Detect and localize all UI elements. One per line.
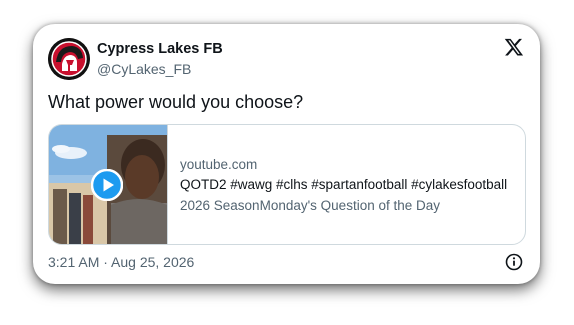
spartan-logo-icon — [48, 38, 90, 80]
link-title[interactable]: QOTD2 #wawg #clhs #spartanfootball #cyla… — [180, 177, 512, 192]
link-domain: youtube.com — [180, 157, 258, 172]
tweet-card[interactable]: Cypress Lakes FB @CyLakes_FB What power … — [33, 24, 540, 284]
avatar[interactable] — [48, 38, 90, 80]
info-icon[interactable] — [505, 253, 523, 271]
video-thumbnail[interactable] — [49, 125, 168, 244]
user-handle[interactable]: @CyLakes_FB — [97, 61, 191, 77]
display-name[interactable]: Cypress Lakes FB — [97, 41, 223, 57]
x-logo-icon[interactable] — [504, 37, 524, 57]
screenshot-stage: Cypress Lakes FB @CyLakes_FB What power … — [0, 0, 574, 325]
tweet-text: What power would you choose? — [48, 92, 304, 112]
link-description: 2026 SeasonMonday's Question of the Day — [180, 198, 440, 213]
timestamp[interactable]: 3:21 AM · Aug 25, 2026 — [48, 254, 194, 270]
link-preview-card[interactable]: youtube.com QOTD2 #wawg #clhs #spartanfo… — [48, 124, 526, 245]
play-icon[interactable] — [90, 168, 124, 202]
